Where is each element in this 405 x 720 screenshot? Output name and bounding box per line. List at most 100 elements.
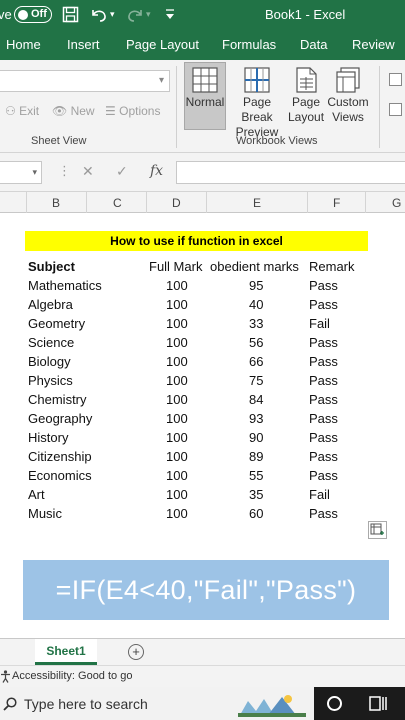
cell-obtained-mark[interactable]: 56: [249, 335, 263, 350]
cell-subject[interactable]: Art: [28, 487, 45, 502]
cell-subject[interactable]: Mathematics: [28, 278, 102, 293]
cell-obtained-mark[interactable]: 95: [249, 278, 263, 293]
cell-remark[interactable]: Fail: [309, 316, 330, 331]
cell-subject[interactable]: History: [28, 430, 68, 445]
page-break-preview-button[interactable]: Page Break Preview: [228, 62, 286, 139]
name-box[interactable]: ▾: [0, 161, 42, 184]
gridlines-checkbox[interactable]: [389, 103, 402, 116]
column-header-c[interactable]: C: [113, 196, 122, 210]
taskbar-search-box[interactable]: Type here to search: [0, 687, 314, 720]
cell-subject[interactable]: Citizenship: [28, 449, 92, 464]
cell-subject[interactable]: Economics: [28, 468, 92, 483]
accessibility-icon[interactable]: [0, 670, 11, 688]
cell-subject[interactable]: Chemistry: [28, 392, 87, 407]
cell-remark[interactable]: Pass: [309, 354, 338, 369]
undo-dropdown-icon[interactable]: ▾: [110, 9, 115, 20]
cell-remark[interactable]: Pass: [309, 468, 338, 483]
cell-full-mark[interactable]: 100: [166, 449, 188, 464]
cell-remark[interactable]: Pass: [309, 297, 338, 312]
cell-obtained-mark[interactable]: 90: [249, 430, 263, 445]
cell-obtained-mark[interactable]: 35: [249, 487, 263, 502]
cell-full-mark[interactable]: 100: [166, 316, 188, 331]
cell-remark[interactable]: Pass: [309, 335, 338, 350]
column-header-d[interactable]: D: [172, 196, 181, 210]
cell-subject[interactable]: Geography: [28, 411, 92, 426]
cell-full-mark[interactable]: 100: [166, 297, 188, 312]
header-full-mark[interactable]: Full Mark: [149, 259, 202, 274]
cell-obtained-mark[interactable]: 93: [249, 411, 263, 426]
redo-icon[interactable]: [126, 6, 144, 28]
column-header-f[interactable]: F: [333, 196, 340, 210]
cell-full-mark[interactable]: 100: [166, 373, 188, 388]
cancel-icon[interactable]: ✕: [82, 163, 94, 180]
page-layout-button[interactable]: Page Layout: [288, 62, 324, 130]
cell-remark[interactable]: Pass: [309, 392, 338, 407]
cell-full-mark[interactable]: 100: [166, 392, 188, 407]
cell-full-mark[interactable]: 100: [166, 411, 188, 426]
sheet-tab-sheet1[interactable]: Sheet1: [35, 639, 97, 665]
cell-subject[interactable]: Science: [28, 335, 74, 350]
cell-subject[interactable]: Music: [28, 506, 62, 521]
tab-review[interactable]: Review: [352, 37, 395, 52]
cell-remark[interactable]: Pass: [309, 506, 338, 521]
undo-icon[interactable]: [90, 6, 108, 28]
cell-remark[interactable]: Pass: [309, 411, 338, 426]
title-banner-cell[interactable]: How to use if function in excel: [25, 231, 368, 251]
customize-toolbar-icon[interactable]: [165, 8, 175, 27]
tab-insert[interactable]: Insert: [67, 37, 100, 52]
column-header-b[interactable]: B: [52, 196, 60, 210]
cell-obtained-mark[interactable]: 40: [249, 297, 263, 312]
accessibility-status[interactable]: Accessibility: Good to go: [12, 670, 132, 682]
normal-view-button[interactable]: Normal: [184, 62, 226, 130]
insert-function-icon[interactable]: fx: [150, 163, 163, 179]
cell-remark[interactable]: Fail: [309, 487, 330, 502]
column-header-g[interactable]: G: [392, 196, 401, 210]
cell-full-mark[interactable]: 100: [166, 506, 188, 521]
cell-full-mark[interactable]: 100: [166, 354, 188, 369]
header-obtained-marks[interactable]: obedient marks: [210, 259, 299, 274]
cell-obtained-mark[interactable]: 66: [249, 354, 263, 369]
cell-remark[interactable]: Pass: [309, 449, 338, 464]
cell-obtained-mark[interactable]: 75: [249, 373, 263, 388]
cell-full-mark[interactable]: 100: [166, 430, 188, 445]
search-highlight-icon[interactable]: [238, 691, 306, 720]
sheet-view-dropdown[interactable]: ▾: [0, 70, 170, 92]
cell-obtained-mark[interactable]: 60: [249, 506, 263, 521]
redo-dropdown-icon[interactable]: ▾: [146, 9, 151, 20]
paste-options-button[interactable]: [368, 521, 387, 539]
cell-subject[interactable]: Biology: [28, 354, 71, 369]
drag-handle-icon[interactable]: ⋮: [58, 163, 71, 179]
cell-full-mark[interactable]: 100: [166, 335, 188, 350]
cell-subject[interactable]: Physics: [28, 373, 73, 388]
cell-remark[interactable]: Pass: [309, 373, 338, 388]
cell-subject[interactable]: Algebra: [28, 297, 73, 312]
cell-subject[interactable]: Geometry: [28, 316, 85, 331]
cell-obtained-mark[interactable]: 55: [249, 468, 263, 483]
cell-full-mark[interactable]: 100: [166, 487, 188, 502]
tab-home[interactable]: Home: [6, 37, 41, 52]
cortana-icon[interactable]: [326, 695, 343, 717]
exit-button[interactable]: ⚇ Exit: [5, 104, 39, 118]
header-remark[interactable]: Remark: [309, 259, 355, 274]
column-header-e[interactable]: E: [253, 196, 261, 210]
cell-remark[interactable]: Pass: [309, 278, 338, 293]
options-button[interactable]: ☰ Options: [105, 104, 160, 118]
cell-obtained-mark[interactable]: 33: [249, 316, 263, 331]
task-view-icon[interactable]: [369, 695, 387, 717]
ruler-checkbox[interactable]: [389, 73, 402, 86]
tab-data[interactable]: Data: [300, 37, 327, 52]
cell-obtained-mark[interactable]: 89: [249, 449, 263, 464]
add-sheet-icon[interactable]: +: [128, 644, 144, 660]
cell-remark[interactable]: Pass: [309, 430, 338, 445]
save-icon[interactable]: [62, 6, 79, 28]
cell-obtained-mark[interactable]: 84: [249, 392, 263, 407]
autosave-toggle[interactable]: Off: [14, 6, 52, 23]
header-subject[interactable]: Subject: [28, 259, 75, 274]
formula-input[interactable]: [176, 161, 405, 184]
enter-icon[interactable]: ✓: [116, 163, 128, 180]
new-view-button[interactable]: 👁 New: [52, 104, 95, 118]
cell-full-mark[interactable]: 100: [166, 278, 188, 293]
custom-views-button[interactable]: Custom Views: [326, 62, 370, 130]
tab-page-layout[interactable]: Page Layout: [126, 37, 199, 52]
tab-formulas[interactable]: Formulas: [222, 37, 276, 52]
